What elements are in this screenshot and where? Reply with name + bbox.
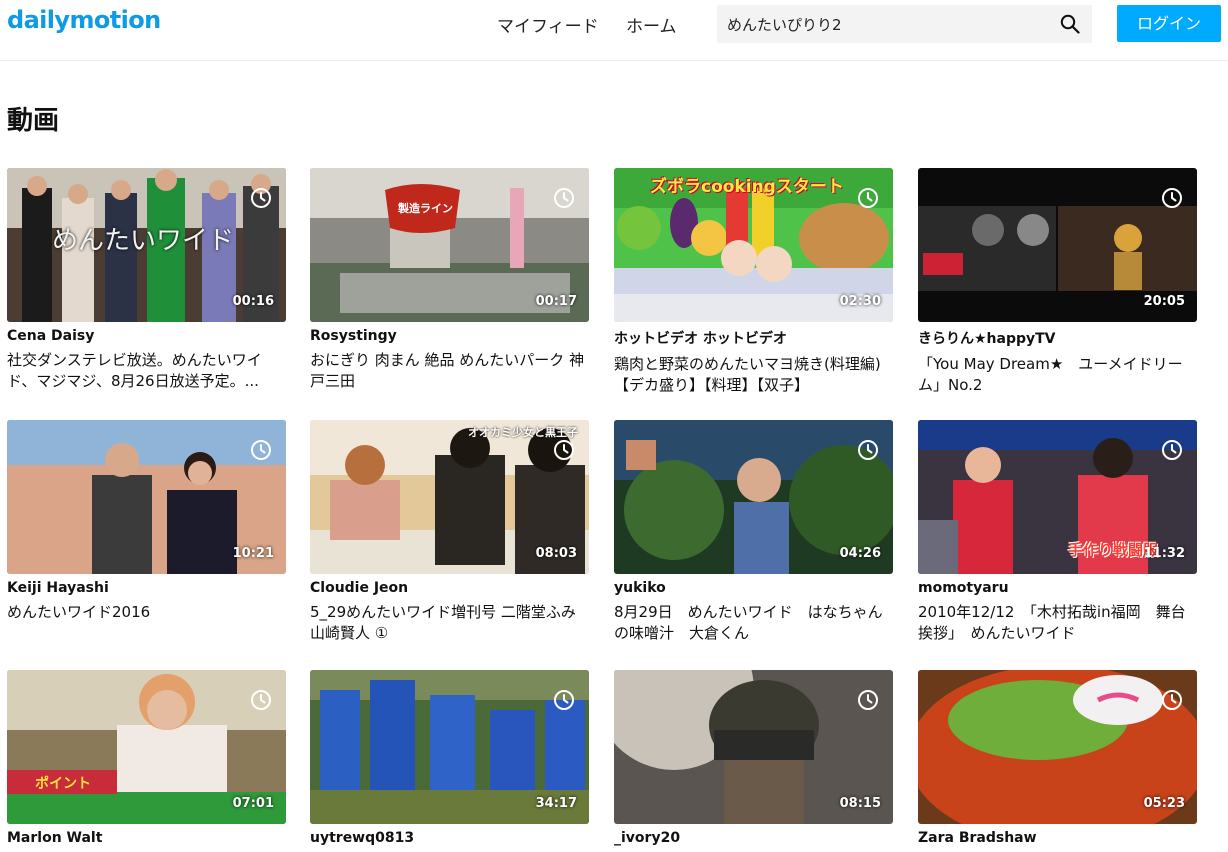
watch-later-icon[interactable] (1161, 439, 1183, 461)
section-title-videos: 動画 (7, 106, 60, 136)
video-card[interactable]: オオカミ少女と黒王子 08:03 Cloudie Jeon 5_29めんたいワイ… (310, 420, 589, 644)
video-duration: 10:21 (232, 546, 274, 561)
watch-later-icon[interactable] (857, 439, 879, 461)
video-thumbnail[interactable]: 手作り戦闘服 11:32 (918, 420, 1197, 574)
channel-name[interactable]: Rosystingy (310, 328, 589, 344)
thumbnail-caption: オオカミ少女と黒王子 (468, 426, 578, 439)
search-input[interactable] (727, 5, 1047, 43)
watch-later-icon[interactable] (553, 689, 575, 711)
video-duration: 08:03 (535, 546, 577, 561)
channel-name[interactable]: _ivory20 (614, 830, 893, 846)
login-button[interactable]: ログイン (1117, 5, 1221, 42)
video-card[interactable]: 手作り戦闘服 11:32 momotyaru 2010年12/12 「木村拓哉i… (918, 420, 1197, 644)
nav-home[interactable]: ホーム (626, 12, 677, 37)
video-duration: 20:05 (1143, 294, 1185, 309)
video-duration: 08:15 (839, 796, 881, 811)
video-title[interactable]: おにぎり 肉まん 絶品 めんたいパーク 神戸三田 (310, 350, 589, 392)
video-thumbnail[interactable]: 05:23 (918, 670, 1197, 824)
search-bar (717, 5, 1092, 43)
watch-later-icon[interactable] (857, 187, 879, 209)
video-card[interactable]: めんたいワイド 00:16 Cena Daisy 社交ダンステレビ放送。めんたい… (7, 168, 286, 392)
channel-name[interactable]: Cloudie Jeon (310, 580, 589, 596)
watch-later-icon[interactable] (553, 187, 575, 209)
video-title[interactable]: 5_29めんたいワイド増刊号 二階堂ふみ 山崎賢人 ① (310, 602, 589, 644)
channel-name[interactable]: yukiko (614, 580, 893, 596)
thumbnail-caption: ズボラcookingスタート (650, 177, 844, 197)
video-duration: 00:16 (232, 294, 274, 309)
channel-name[interactable]: Cena Daisy (7, 328, 286, 344)
channel-name[interactable]: ホットビデオ ホットビデオ (614, 328, 893, 348)
video-title[interactable]: 「You May Dream★ ユーメイドリーム」No.2 (918, 354, 1197, 396)
video-thumbnail[interactable]: ズボラcookingスタート 02:30 (614, 168, 893, 322)
video-card[interactable]: 04:26 yukiko 8月29日 めんたいワイド はなちゃんの味噌汁 大倉く… (614, 420, 893, 644)
nav-my-feed[interactable]: マイフィード (497, 12, 599, 37)
thumbnail-caption: 製造ライン (398, 202, 453, 215)
video-card[interactable]: 10:21 Keiji Hayashi めんたいワイド2016 (7, 420, 286, 623)
video-duration: 04:26 (839, 546, 881, 561)
video-thumbnail[interactable]: 34:17 (310, 670, 589, 824)
video-thumbnail[interactable]: ポイント 07:01 (7, 670, 286, 824)
video-thumbnail[interactable]: 08:15 (614, 670, 893, 824)
dailymotion-logo[interactable]: dailymotion (7, 6, 161, 34)
watch-later-icon[interactable] (250, 187, 272, 209)
video-title[interactable]: 社交ダンステレビ放送。めんたいワイド、マジマジ、8月26日放送予定。... (7, 350, 286, 392)
channel-name[interactable]: Zara Bradshaw (918, 830, 1197, 846)
video-card[interactable]: 34:17 uytrewq0813 (310, 670, 589, 846)
video-duration: 02:30 (839, 294, 881, 309)
thumbnail-caption: ポイント (35, 776, 91, 792)
video-duration: 00:17 (535, 294, 577, 309)
video-thumbnail[interactable]: 20:05 (918, 168, 1197, 322)
watch-later-icon[interactable] (553, 439, 575, 461)
watch-later-icon[interactable] (250, 439, 272, 461)
video-thumbnail[interactable]: 10:21 (7, 420, 286, 574)
video-thumbnail[interactable]: オオカミ少女と黒王子 08:03 (310, 420, 589, 574)
video-card[interactable]: 05:23 Zara Bradshaw (918, 670, 1197, 846)
video-thumbnail[interactable]: 製造ライン 00:17 (310, 168, 589, 322)
search-icon[interactable] (1060, 14, 1080, 34)
channel-name[interactable]: Marlon Walt (7, 830, 286, 846)
video-thumbnail[interactable]: 04:26 (614, 420, 893, 574)
top-header: dailymotion マイフィード ホーム ログイン (0, 0, 1228, 61)
video-card[interactable]: 08:15 _ivory20 (614, 670, 893, 846)
video-thumbnail[interactable]: めんたいワイド 00:16 (7, 168, 286, 322)
video-title[interactable]: めんたいワイド2016 (7, 602, 286, 623)
watch-later-icon[interactable] (1161, 689, 1183, 711)
video-card[interactable]: 製造ライン 00:17 Rosystingy おにぎり 肉まん 絶品 めんたいパ… (310, 168, 589, 392)
video-duration: 05:23 (1143, 796, 1185, 811)
video-title[interactable]: 8月29日 めんたいワイド はなちゃんの味噌汁 大倉くん (614, 602, 893, 644)
video-title[interactable]: 2010年12/12 「木村拓哉in福岡 舞台挨拶」 めんたいワイド (918, 602, 1197, 644)
watch-later-icon[interactable] (250, 689, 272, 711)
channel-name[interactable]: きらりん★happyTV (918, 328, 1197, 348)
video-card[interactable]: 20:05 きらりん★happyTV 「You May Dream★ ユーメイド… (918, 168, 1197, 396)
video-duration: 07:01 (232, 796, 274, 811)
channel-name[interactable]: Keiji Hayashi (7, 580, 286, 596)
watch-later-icon[interactable] (1161, 187, 1183, 209)
watch-later-icon[interactable] (857, 689, 879, 711)
video-card[interactable]: ポイント 07:01 Marlon Walt (7, 670, 286, 846)
video-duration: 34:17 (535, 796, 577, 811)
video-card[interactable]: ズボラcookingスタート 02:30 ホットビデオ ホットビデオ 鶏肉と野菜… (614, 168, 893, 396)
video-title[interactable]: 鶏肉と野菜のめんたいマヨ焼き(料理編)【デカ盛り】【料理】【双子】 (614, 354, 893, 396)
thumbnail-caption: めんたいワイド (52, 226, 235, 256)
channel-name[interactable]: momotyaru (918, 580, 1197, 596)
channel-name[interactable]: uytrewq0813 (310, 830, 589, 846)
video-duration: 11:32 (1143, 546, 1185, 561)
